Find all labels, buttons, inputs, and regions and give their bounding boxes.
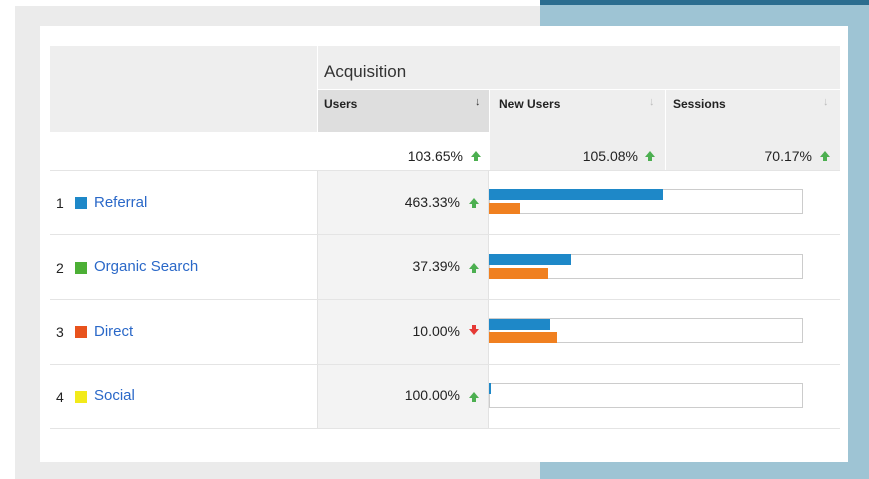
acquisition-title: Acquisition bbox=[324, 62, 407, 81]
column-header-users[interactable]: Users bbox=[324, 97, 357, 111]
row-divider bbox=[50, 234, 840, 235]
row-divider bbox=[50, 299, 840, 300]
channel-link-organic-search[interactable]: Organic Search bbox=[94, 258, 198, 275]
accent-top-line bbox=[540, 0, 869, 5]
legend-swatch bbox=[75, 197, 87, 209]
bar-sessions bbox=[489, 332, 557, 343]
legend-swatch bbox=[75, 326, 87, 338]
trend-up-icon bbox=[471, 151, 481, 161]
users-change-value: 37.39% bbox=[412, 258, 460, 274]
trend-up-icon bbox=[469, 263, 479, 273]
users-change-value: 10.00% bbox=[412, 323, 460, 339]
row-number: 1 bbox=[56, 195, 64, 211]
trend-up-icon bbox=[469, 198, 479, 208]
bar-new-users bbox=[489, 254, 571, 265]
legend-swatch bbox=[75, 391, 87, 403]
column-header-sessions[interactable]: Sessions bbox=[673, 97, 726, 111]
users-change-value: 463.33% bbox=[404, 194, 460, 210]
users-change-value: 100.00% bbox=[404, 387, 460, 403]
totals-new-users-value: 105.08% bbox=[582, 148, 638, 164]
bar-new-users bbox=[489, 383, 491, 394]
row-number: 2 bbox=[56, 260, 64, 276]
bar-track bbox=[489, 383, 803, 408]
row-divider bbox=[50, 428, 840, 429]
channel-link-referral[interactable]: Referral bbox=[94, 194, 147, 211]
trend-up-icon bbox=[820, 151, 830, 161]
legend-swatch bbox=[75, 262, 87, 274]
channel-link-direct[interactable]: Direct bbox=[94, 323, 133, 340]
trend-up-icon bbox=[645, 151, 655, 161]
channel-link-social[interactable]: Social bbox=[94, 387, 135, 404]
bar-new-users bbox=[489, 189, 663, 200]
bar-sessions bbox=[489, 203, 520, 214]
trend-up-icon bbox=[469, 392, 479, 402]
row-number: 3 bbox=[56, 324, 64, 340]
row-divider bbox=[50, 364, 840, 365]
trend-down-icon bbox=[469, 325, 479, 335]
totals-label-cell bbox=[50, 132, 317, 170]
sort-down-arrow-icon[interactable]: ↓ bbox=[475, 96, 481, 108]
column-header-new-users[interactable]: New Users bbox=[499, 97, 560, 111]
bar-new-users bbox=[489, 319, 550, 330]
sort-down-arrow-icon[interactable]: ↓ bbox=[823, 96, 829, 108]
row-number: 4 bbox=[56, 389, 64, 405]
sort-down-arrow-icon[interactable]: ↓ bbox=[649, 96, 655, 108]
totals-sessions-value: 70.17% bbox=[764, 148, 812, 164]
row-divider bbox=[50, 170, 840, 171]
bar-sessions bbox=[489, 268, 548, 279]
totals-users-value: 103.65% bbox=[407, 148, 463, 164]
